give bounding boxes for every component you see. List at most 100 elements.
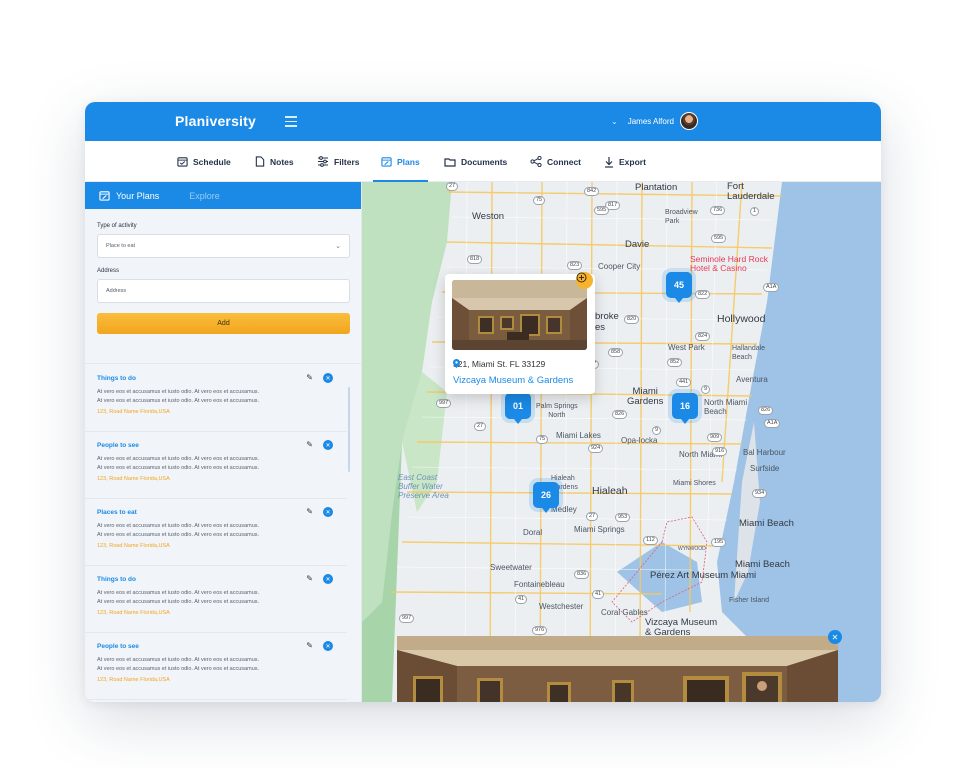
list-item[interactable]: People to see At vero eos et accusamus e… bbox=[85, 432, 347, 499]
add-place-button[interactable] bbox=[576, 272, 593, 289]
road-shield: 75 bbox=[536, 435, 549, 444]
place-popup[interactable]: 321, Miami St. FL 33129 Vizcaya Museum &… bbox=[445, 274, 595, 394]
tab-connect[interactable]: Connect bbox=[530, 141, 581, 182]
map-place-label: Weston bbox=[472, 211, 505, 222]
plan-address: 123, Road Name Florida,USA bbox=[97, 610, 170, 616]
tab-notes[interactable]: Notes bbox=[255, 141, 294, 182]
document-icon bbox=[255, 156, 265, 167]
map-cluster-marker[interactable]: 01 bbox=[505, 393, 531, 424]
plan-description: At vero eos et accusamus et iusto odio. … bbox=[97, 456, 260, 462]
close-icon[interactable]: ✕ bbox=[323, 641, 333, 651]
tab-plans[interactable]: Plans bbox=[373, 141, 428, 182]
map-place-label: Fort Lauderdale bbox=[727, 182, 775, 202]
tab-label: Notes bbox=[270, 156, 294, 167]
tab-schedule[interactable]: Schedule bbox=[177, 141, 231, 182]
road-shield: 953 bbox=[615, 513, 631, 522]
address-input[interactable]: Address bbox=[97, 279, 350, 303]
map-place-label: Coral Gables bbox=[601, 608, 648, 617]
road-shield: 858 bbox=[608, 348, 624, 357]
tab-label: Filters bbox=[334, 156, 360, 167]
close-icon[interactable]: ✕ bbox=[323, 507, 333, 517]
pencil-icon[interactable]: ✎ bbox=[306, 641, 313, 650]
list-item[interactable]: Things to do At vero eos et accusamus et… bbox=[85, 365, 347, 432]
map-place-label: Miami Springs bbox=[574, 525, 625, 534]
plan-description: At vero eos et accusamus et iusto odio. … bbox=[97, 590, 260, 596]
menu-icon[interactable] bbox=[285, 116, 297, 127]
tab-documents[interactable]: Documents bbox=[444, 141, 507, 182]
pencil-icon[interactable]: ✎ bbox=[306, 373, 313, 382]
road-shield: 836 bbox=[574, 570, 590, 579]
close-gallery-button[interactable]: ✕ bbox=[828, 630, 842, 644]
list-item[interactable]: People to see At vero eos et accusamus e… bbox=[85, 633, 347, 700]
pencil-icon[interactable]: ✎ bbox=[306, 574, 313, 583]
tab-explore[interactable]: Explore bbox=[189, 191, 220, 201]
road-shield: 824 bbox=[695, 332, 711, 341]
list-item[interactable]: Things to do At vero eos et accusamus et… bbox=[85, 566, 347, 633]
close-icon[interactable]: ✕ bbox=[323, 373, 333, 383]
download-icon bbox=[605, 156, 613, 168]
brand-logo[interactable]: Planiversity bbox=[175, 113, 256, 129]
scrollbar[interactable] bbox=[348, 387, 350, 472]
plan-address: 123, Road Name Florida,USA bbox=[97, 409, 170, 415]
road-shield: 997 bbox=[399, 614, 415, 623]
road-shield: 852 bbox=[667, 358, 683, 367]
add-button[interactable]: Add bbox=[97, 313, 350, 334]
activity-label: Type of activity bbox=[97, 223, 137, 229]
road-shield: 112 bbox=[643, 536, 658, 545]
road-shield: 924 bbox=[588, 444, 604, 453]
map-cluster-marker[interactable]: 45 bbox=[666, 272, 692, 303]
road-shield: 41 bbox=[515, 595, 528, 604]
road-shield: 842 bbox=[584, 187, 600, 196]
map-place-label: Hallandale Beach bbox=[732, 345, 766, 361]
tab-label: Connect bbox=[547, 156, 581, 167]
tab-label: Your Plans bbox=[116, 190, 160, 201]
list-item[interactable]: Places to eat At vero eos et accusamus e… bbox=[85, 499, 347, 566]
map-place-label: Plantation bbox=[635, 182, 678, 193]
close-icon[interactable]: ✕ bbox=[323, 574, 333, 584]
map-place-label: East Coast Buffer Water Preserve Area bbox=[398, 473, 449, 500]
close-icon[interactable]: ✕ bbox=[323, 440, 333, 450]
app-window: Planiversity ⌄ James Alford Schedule Not… bbox=[85, 102, 881, 702]
map-place-label: Fontainebleau bbox=[514, 580, 565, 589]
place-name[interactable]: Vizcaya Museum & Gardens bbox=[453, 375, 573, 386]
road-shield: 27 bbox=[474, 422, 487, 431]
plan-description: At vero eos et accusamus et iusto odio. … bbox=[97, 464, 260, 471]
tab-label: Documents bbox=[461, 156, 508, 167]
chevron-down-icon: ⌄ bbox=[335, 243, 341, 250]
plan-list: Things to do At vero eos et accusamus et… bbox=[85, 365, 347, 700]
sliders-icon bbox=[318, 156, 328, 167]
gallery-photo bbox=[397, 636, 838, 702]
map-place-label: es bbox=[595, 322, 606, 333]
pencil-icon[interactable]: ✎ bbox=[306, 440, 313, 449]
tab-label: Schedule bbox=[193, 156, 231, 167]
map-place-label: Miami Shores bbox=[673, 480, 716, 487]
share-icon bbox=[530, 156, 542, 167]
user-name: James Alford bbox=[627, 116, 674, 126]
plan-description: At vero eos et accusamus et iusto odio. … bbox=[97, 523, 260, 529]
map-place-label: WYNWOOD bbox=[678, 546, 706, 552]
sidebar: Your Plans Explore Type of activity Plac… bbox=[85, 182, 362, 702]
tab-export[interactable]: Export bbox=[604, 141, 646, 182]
tab-your-plans[interactable]: Your Plans bbox=[99, 190, 159, 201]
map-place-label: Doral bbox=[523, 528, 543, 537]
calendar-edit-icon bbox=[381, 157, 392, 167]
map-view[interactable]: Plantation Fort Lauderdale Weston Broadv… bbox=[362, 182, 881, 702]
activity-select[interactable]: Place to eat ⌄ bbox=[97, 234, 350, 258]
place-photo bbox=[452, 280, 587, 350]
map-cluster-marker[interactable]: 26 bbox=[533, 482, 559, 513]
road-shield: 736 bbox=[710, 206, 726, 215]
map-cluster-marker[interactable]: 16 bbox=[672, 393, 698, 424]
tab-label: Plans bbox=[397, 156, 420, 167]
pencil-icon[interactable]: ✎ bbox=[306, 507, 313, 516]
avatar[interactable] bbox=[679, 112, 698, 130]
user-menu[interactable]: ⌄ James Alford bbox=[611, 112, 698, 130]
map-place-label: Cooper City bbox=[598, 262, 641, 271]
map-place-label: Broadview Park bbox=[665, 209, 698, 225]
road-shield: 820 bbox=[624, 315, 640, 324]
road-shield: 195 bbox=[711, 538, 727, 547]
road-shield: 818 bbox=[467, 255, 483, 264]
map-place-label: Sweetwater bbox=[490, 563, 532, 572]
tab-filters[interactable]: Filters bbox=[317, 141, 360, 182]
map-place-label: Miami Beach bbox=[739, 518, 794, 529]
road-shield: 1 bbox=[750, 207, 760, 216]
